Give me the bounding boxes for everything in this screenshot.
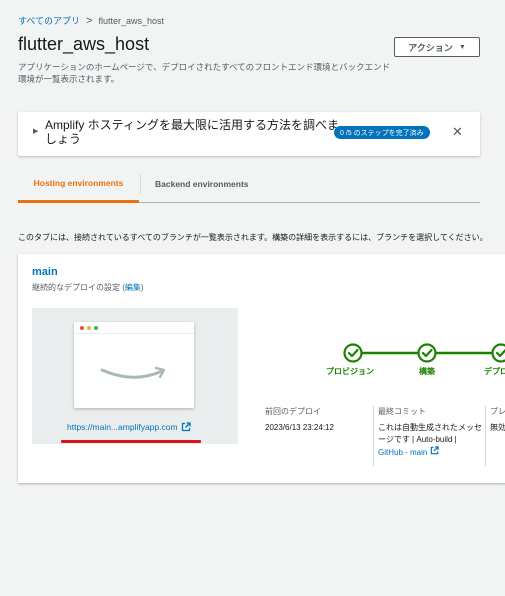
preview-column-value: 無効 (490, 423, 505, 432)
breadcrumb-current: flutter_aws_host (98, 15, 164, 26)
amazon-smile-logo (100, 366, 166, 379)
step-check-icon-2 (417, 343, 437, 363)
step-label-build: 構築 (419, 367, 435, 376)
step-check-icon-1 (343, 343, 363, 363)
branch-card: main 継続的なデプロイの設定 (編集) https://main...amp… (18, 254, 505, 483)
page-title: flutter_aws_host (18, 34, 150, 54)
tab-description: このタブには、接続されているすべてのブランチが一覧表示されます。構築の詳細を表示… (18, 233, 488, 242)
external-link-icon (430, 446, 439, 455)
last-commit-label: 最終コミット (378, 407, 426, 416)
branch-name-link[interactable]: main (32, 266, 58, 278)
preview-url-text: https://main...amplifyapp.com (67, 422, 178, 432)
info-banner: ▶ Amplify ホスティングを最大限に活用する方法を調べましょう 0 /5 … (18, 112, 480, 156)
last-commit-text: これは自動生成されたメッセージです | Auto-build | (378, 423, 482, 444)
window-dot-green (94, 326, 98, 330)
preview-column-label: プレ (490, 407, 505, 416)
site-preview: https://main...amplifyapp.com (32, 308, 238, 444)
last-commit-column: 最終コミット これは自動生成されたメッセージです | Auto-build | … (378, 406, 482, 459)
tabs: Hosting environments Backend environment… (18, 165, 480, 203)
chevron-right-icon: > (86, 14, 93, 27)
step-label-provision: プロビジョン (326, 367, 374, 376)
page-description: アプリケーションのホームページで、デプロイされたすべてのフロントエンド環境とバッ… (18, 62, 391, 84)
tab-backend-environments[interactable]: Backend environments (140, 174, 249, 194)
edit-link[interactable]: 編集 (125, 283, 141, 292)
external-link-icon (181, 422, 191, 432)
last-deploy-column: 前回のデプロイ 2023/6/13 23:24:12 (265, 406, 370, 434)
caret-down-icon: ▼ (458, 43, 466, 51)
column-divider (373, 406, 374, 466)
pipeline-progress (343, 343, 505, 363)
expand-triangle-icon[interactable]: ▶ (33, 127, 38, 135)
last-deploy-label: 前回のデプロイ (265, 407, 321, 416)
breadcrumb-all-apps[interactable]: すべてのアプリ (18, 14, 80, 27)
step-check-icon-3 (491, 343, 505, 363)
actions-button-label: アクション (408, 42, 453, 53)
window-dot-yellow (87, 326, 91, 330)
preview-url-link[interactable]: https://main...amplifyapp.com (67, 422, 191, 432)
close-icon[interactable]: ✕ (452, 124, 463, 140)
progress-badge: 0 /5 のステップを完了済み (334, 126, 430, 139)
continuous-deploy-label: 継続的なデプロイの設定 (32, 283, 120, 292)
tab-hosting-environments[interactable]: Hosting environments (18, 165, 139, 203)
preview-column: プレ 無効 (490, 406, 505, 434)
github-branch-link[interactable]: GitHub - main (378, 448, 427, 457)
browser-mockup (74, 322, 194, 408)
breadcrumb: すべてのアプリ > flutter_aws_host (18, 14, 164, 27)
last-deploy-value: 2023/6/13 23:24:12 (265, 423, 334, 432)
highlight-underline (61, 440, 201, 443)
window-dot-red (80, 326, 84, 330)
step-label-deploy: デプロイ (484, 367, 505, 376)
banner-title[interactable]: Amplify ホスティングを最大限に活用する方法を調べましょう (45, 118, 350, 146)
continuous-deploy-line: 継続的なデプロイの設定 (編集) (32, 283, 144, 292)
column-divider (485, 406, 486, 466)
actions-button[interactable]: アクション ▼ (394, 37, 480, 57)
